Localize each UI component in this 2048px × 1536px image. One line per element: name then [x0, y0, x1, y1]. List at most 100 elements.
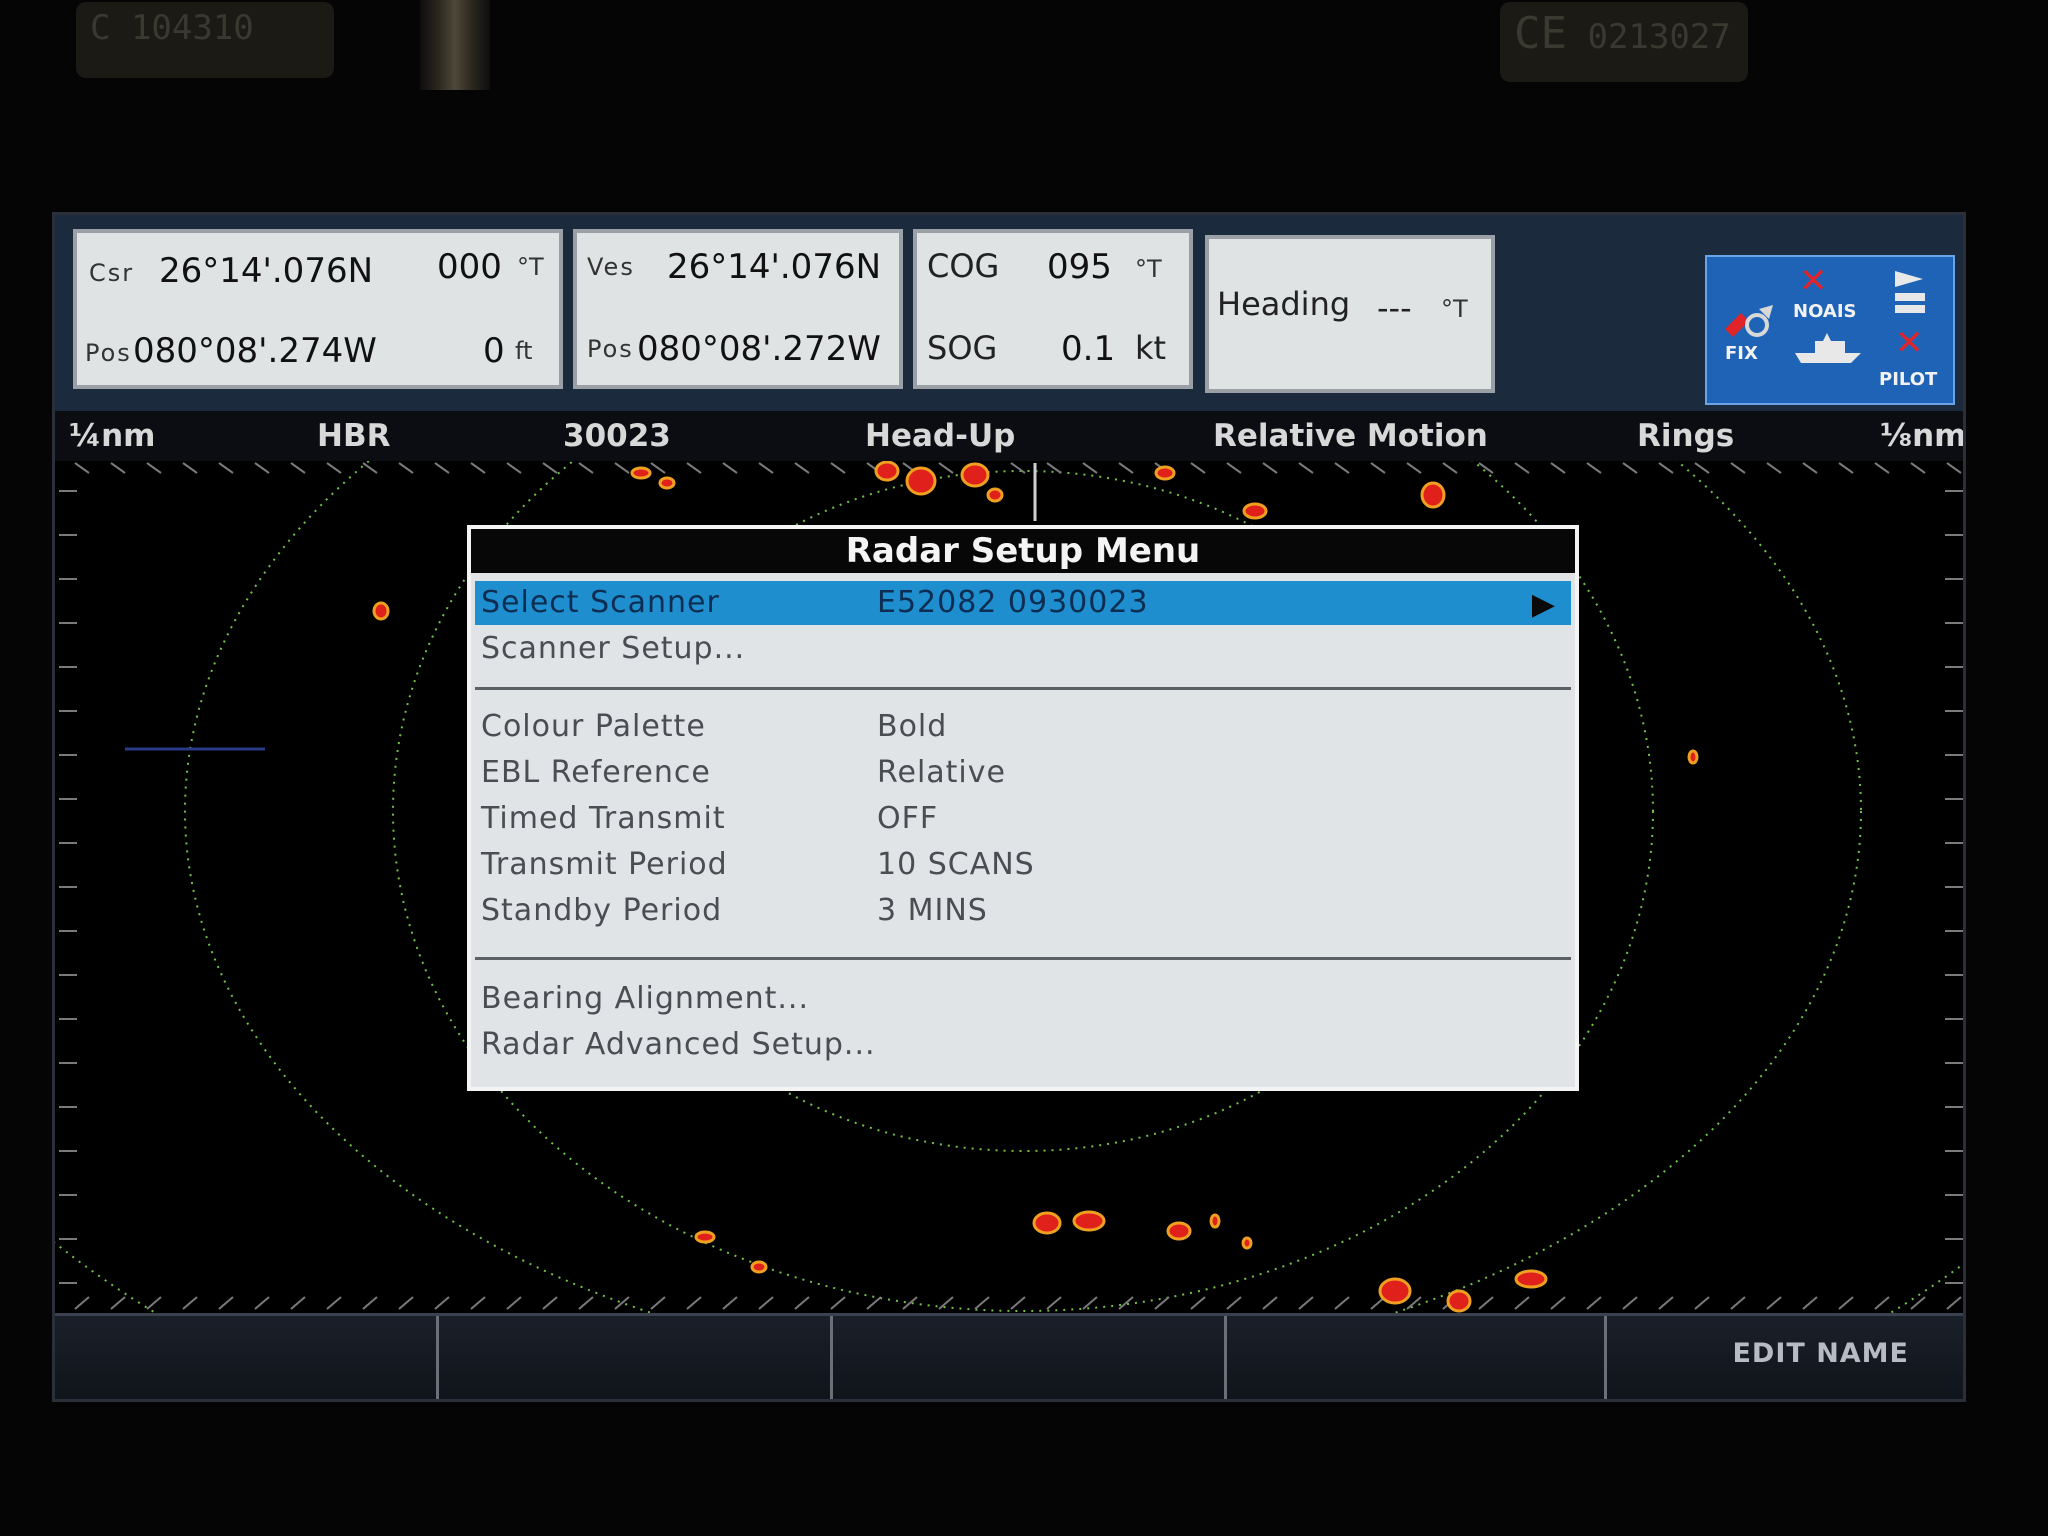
radar-echo [1072, 1210, 1106, 1232]
softkey-bar: EDIT NAME [55, 1313, 1963, 1399]
softkey-4[interactable] [1227, 1316, 1607, 1399]
ebl-reference-value: Relative [877, 755, 1006, 790]
radar-echo [1514, 1269, 1548, 1289]
radar-echo [750, 1260, 768, 1274]
radar-echo [960, 462, 990, 488]
menu-divider [475, 687, 1571, 690]
radar-advanced-setup-label: Radar Advanced Setup... [481, 1027, 876, 1062]
bezel-serial-text: C 104310 [90, 8, 254, 48]
vessel-icon [1795, 333, 1861, 363]
scanner-setup-row[interactable]: Scanner Setup... [475, 627, 1571, 671]
bezel-ce-code: 0213027 [1587, 17, 1731, 57]
transmit-period-label: Transmit Period [481, 847, 728, 882]
rings-label[interactable]: Rings [1637, 418, 1734, 454]
radar-echo [1446, 1289, 1472, 1313]
range-scale[interactable]: ¼nm [69, 418, 155, 454]
ves-label: Ves [587, 253, 635, 281]
orientation-mode[interactable]: Head-Up [865, 418, 1015, 454]
sog-unit: kt [1135, 329, 1167, 367]
harbour-mode[interactable]: HBR [317, 418, 390, 454]
radar-echo [658, 476, 676, 490]
radar-echo [986, 487, 1004, 503]
softkey-1[interactable] [55, 1316, 439, 1399]
radar-display: Csr 26°14'.076N 000 °T Pos 080°08'.274W … [52, 212, 1966, 1402]
ebl-reference-label: EBL Reference [481, 755, 711, 790]
edit-name-softkey[interactable]: EDIT NAME [1607, 1316, 1963, 1399]
standby-period-value: 3 MINS [877, 893, 988, 928]
heading-box[interactable]: Heading --- °T [1205, 235, 1495, 393]
softkey-2[interactable] [439, 1316, 833, 1399]
heading-label: Heading [1217, 285, 1351, 323]
sog-value: 0.1 [1061, 329, 1116, 369]
cog-label: COG [927, 247, 1000, 285]
bezel-ce-label: CE 0213027 [1500, 2, 1748, 82]
radar-echo [1242, 502, 1268, 520]
vessel-lat: 26°14'.076N [667, 247, 882, 287]
menu-divider [475, 957, 1571, 960]
radar-echo [630, 466, 652, 480]
cursor-range-unit: ft [515, 337, 533, 365]
vessel-pos-label: Pos [587, 335, 634, 363]
motion-mode[interactable]: Relative Motion [1213, 418, 1488, 454]
ebl-reference-row[interactable]: EBL Reference Relative [475, 751, 1571, 795]
radar-echo [1166, 1221, 1192, 1241]
cursor-range: 0 [483, 331, 505, 371]
cursor-lon: 080°08'.274W [133, 331, 377, 371]
cursor-pos-label: Pos [85, 339, 132, 367]
cursor-bearing-unit: °T [517, 253, 544, 281]
status-icons-panel[interactable]: FIX ✕ NOAIS ✕ PILOT [1705, 255, 1955, 405]
menu-title: Radar Setup Menu [471, 529, 1575, 573]
heading-value: --- [1377, 289, 1412, 327]
transmit-period-row[interactable]: Transmit Period 10 SCANS [475, 843, 1571, 887]
timed-transmit-row[interactable]: Timed Transmit OFF [475, 797, 1571, 841]
radar-echo [1032, 1211, 1062, 1235]
bezel-glare [420, 0, 490, 90]
rings-range: ⅛nm [1880, 418, 1966, 454]
heading-unit: °T [1441, 295, 1468, 323]
radar-echo [1378, 1277, 1412, 1305]
edit-name-label: EDIT NAME [1732, 1338, 1909, 1369]
timed-transmit-label: Timed Transmit [481, 801, 726, 836]
colour-palette-value: Bold [877, 709, 948, 744]
cursor-lat: 26°14'.076N [159, 251, 374, 291]
sog-label: SOG [927, 329, 998, 367]
radar-echo [874, 461, 900, 482]
cog-value: 095 [1047, 247, 1112, 287]
transmit-period-value: 10 SCANS [877, 847, 1035, 882]
radar-advanced-setup-row[interactable]: Radar Advanced Setup... [475, 1023, 1571, 1067]
select-scanner-value: E52082 0930023 [877, 585, 1149, 620]
bezel-serial-label: C 104310 [76, 2, 334, 78]
radar-echo [372, 601, 390, 621]
radar-echo [694, 1230, 716, 1244]
softkey-3[interactable] [833, 1316, 1227, 1399]
standby-period-row[interactable]: Standby Period 3 MINS [475, 889, 1571, 933]
radar-echo [1154, 465, 1176, 481]
course-speed-box[interactable]: COG 095 °T SOG 0.1 kt [913, 229, 1193, 389]
autopilot-off-icon: ✕ [1895, 323, 1924, 363]
ais-off-icon: ✕ [1799, 261, 1828, 301]
pilot-label: PILOT [1879, 369, 1938, 390]
fix-label: FIX [1725, 343, 1758, 364]
radar-setup-menu: Radar Setup Menu Select Scanner E52082 0… [467, 525, 1579, 1091]
cog-unit: °T [1135, 255, 1162, 283]
scanner-setup-label: Scanner Setup... [481, 631, 746, 666]
bearing-alignment-label: Bearing Alignment... [481, 981, 809, 1016]
radar-status-bar: ¼nm HBR 30023 Head-Up Relative Motion Ri… [55, 411, 1963, 461]
vessel-lon: 080°08'.272W [637, 329, 881, 369]
data-bar: Csr 26°14'.076N 000 °T Pos 080°08'.274W … [55, 215, 1963, 411]
select-scanner-label: Select Scanner [481, 585, 720, 620]
radar-echo [1687, 749, 1699, 765]
submenu-arrow-icon: ▶ [1531, 587, 1555, 622]
colour-palette-row[interactable]: Colour Palette Bold [475, 705, 1571, 749]
standby-period-label: Standby Period [481, 893, 723, 928]
select-scanner-row[interactable]: Select Scanner E52082 0930023 ▶ [475, 581, 1571, 625]
cursor-bearing: 000 [437, 247, 502, 287]
satellite-fix-icon [1725, 305, 1773, 337]
timed-transmit-value: OFF [877, 801, 939, 836]
scanner-id: 30023 [563, 418, 671, 454]
bearing-alignment-row[interactable]: Bearing Alignment... [475, 977, 1571, 1021]
vessel-position-box[interactable]: Ves 26°14'.076N Pos 080°08'.272W [573, 229, 903, 389]
flag-stack-icon [1895, 271, 1925, 313]
cursor-position-box[interactable]: Csr 26°14'.076N 000 °T Pos 080°08'.274W … [73, 229, 563, 389]
radar-echo [1241, 1236, 1253, 1250]
